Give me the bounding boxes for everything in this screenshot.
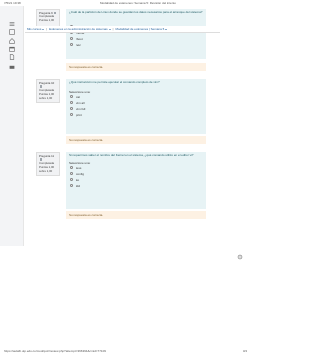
option[interactable]: ldd (69, 183, 203, 189)
radio-button[interactable] (70, 178, 73, 182)
question-info: Pregunta 10 Completada Puntúa 1,00 sobre… (36, 79, 60, 103)
feedback: Su respuesta es correcta. (66, 136, 206, 144)
breadcrumb-separator: | (112, 27, 114, 31)
courses-icon[interactable] (8, 63, 16, 70)
chevron-down-icon[interactable] (108, 28, 111, 30)
left-rail (0, 6, 24, 246)
question-body: ¿Qué instrucción me permite ejecutar el … (66, 79, 206, 134)
question-body: ¿Cuál de la partición de Linux donde se … (66, 9, 206, 59)
radio-button[interactable] (70, 95, 73, 99)
flag-icon[interactable] (53, 11, 56, 14)
calendar-icon[interactable] (8, 45, 16, 52)
gear-icon[interactable] (237, 254, 243, 260)
menu-icon[interactable] (8, 20, 16, 27)
question-prompt: Si requerimos saber el nombre del Kernel… (69, 153, 194, 157)
question-prompt: ¿Qué instrucción me permite ejecutar el … (69, 80, 160, 84)
radio-button[interactable] (70, 43, 73, 47)
chevron-down-icon[interactable] (42, 28, 45, 30)
breadcrumb-item[interactable]: Exámenes en la administración de sistema… (49, 27, 108, 31)
feedback: Su respuesta es correcta. (66, 211, 206, 219)
breadcrumb-bar: Mis cursos | Exámenes en la administraci… (25, 26, 220, 33)
radio-button[interactable] (70, 37, 73, 41)
question-info: Pregunta 11 Completada Puntúa 1,00 sobre… (36, 152, 60, 176)
radio-button[interactable] (70, 113, 73, 117)
feedback: Su respuesta es correcta. (66, 63, 206, 71)
print-url: https://aulafit.utp.edu.co/mod/quiz/revi… (4, 349, 106, 353)
radio-button[interactable] (70, 107, 73, 111)
radio-button[interactable] (70, 184, 73, 188)
question-prompt: ¿Cuál de la partición de Linux donde se … (69, 10, 203, 14)
radio-button[interactable] (70, 101, 73, 105)
question-grade: Puntúa 1,00 (39, 18, 55, 23)
question-body: Si requerimos saber el nombre del Kernel… (66, 152, 206, 209)
breadcrumb-item[interactable]: Mis cursos (27, 27, 41, 31)
radio-button[interactable] (70, 166, 73, 170)
home-icon[interactable] (8, 37, 16, 44)
dashboard-icon[interactable] (8, 28, 16, 35)
question-grade: Puntúa 1,00 sobre 1,00 (39, 164, 55, 173)
breadcrumb-item[interactable]: Modalidad de exámenes | Semana 5 (115, 27, 164, 31)
page-number: 3/4 (242, 349, 247, 353)
chevron-down-icon[interactable] (165, 28, 168, 30)
print-title: Modalidad de exámenes: Semana 5: Revisió… (100, 1, 176, 5)
option[interactable]: print (69, 112, 203, 118)
question-grade: Puntúa 1,00 sobre 1,00 (39, 91, 55, 100)
option[interactable]: /etc (69, 42, 203, 48)
radio-button[interactable] (70, 172, 73, 176)
print-date: 7/5/21 19:38 (4, 1, 21, 5)
breadcrumb-separator: | (46, 27, 48, 31)
files-icon[interactable] (8, 53, 16, 60)
